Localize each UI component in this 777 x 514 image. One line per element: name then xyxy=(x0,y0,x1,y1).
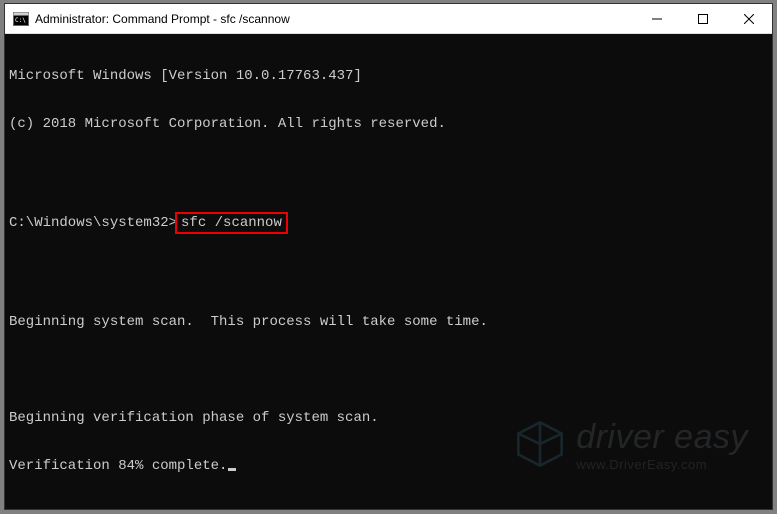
terminal-line xyxy=(9,266,768,282)
close-button[interactable] xyxy=(726,4,772,33)
terminal-prompt-line: C:\Windows\system32>sfc /scannow xyxy=(9,212,768,234)
terminal-line: Beginning system scan. This process will… xyxy=(9,314,768,330)
cube-icon xyxy=(483,402,566,489)
watermark: driver easy www.DriverEasy.com xyxy=(483,402,748,489)
app-window: C:\ Administrator: Command Prompt - sfc … xyxy=(4,3,773,510)
prompt-text: C:\Windows\system32> xyxy=(9,215,177,231)
minimize-button[interactable] xyxy=(634,4,680,33)
svg-text:C:\: C:\ xyxy=(15,17,26,24)
terminal-line xyxy=(9,362,768,378)
window-controls xyxy=(634,4,772,33)
terminal-line: Microsoft Windows [Version 10.0.17763.43… xyxy=(9,68,768,84)
cursor-icon xyxy=(228,468,236,471)
terminal-line xyxy=(9,164,768,180)
window-title: Administrator: Command Prompt - sfc /sca… xyxy=(35,12,634,26)
verification-text: Verification 84% complete. xyxy=(9,458,227,474)
watermark-brand-easy: easy xyxy=(664,418,748,456)
maximize-button[interactable] xyxy=(680,4,726,33)
watermark-text: driver easy www.DriverEasy.com xyxy=(576,420,748,471)
command-highlight: sfc /scannow xyxy=(175,212,288,234)
titlebar: C:\ Administrator: Command Prompt - sfc … xyxy=(5,4,772,34)
watermark-url: www.DriverEasy.com xyxy=(576,458,707,471)
cmd-icon: C:\ xyxy=(13,11,29,27)
terminal-output[interactable]: Microsoft Windows [Version 10.0.17763.43… xyxy=(5,34,772,509)
watermark-brand-driver: driver xyxy=(576,418,664,456)
terminal-line: (c) 2018 Microsoft Corporation. All righ… xyxy=(9,116,768,132)
